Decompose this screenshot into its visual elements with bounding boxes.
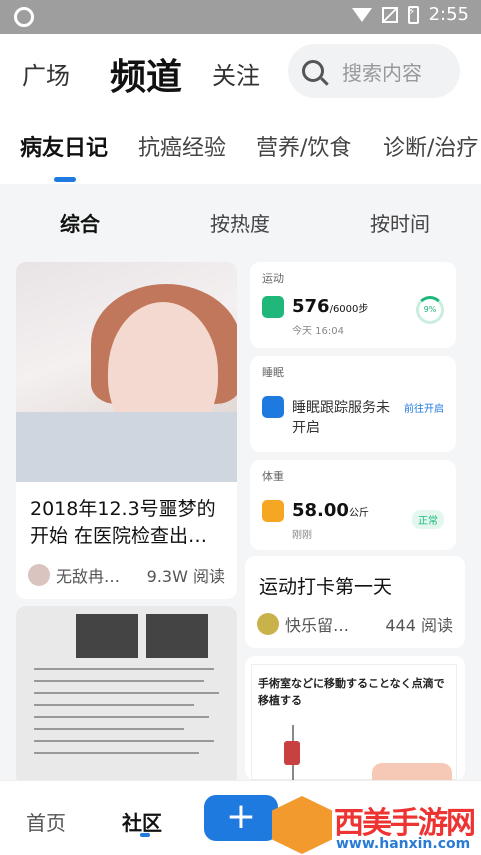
tab-square[interactable]: 广场	[22, 56, 70, 91]
post-title: 运动打卡第一天	[259, 576, 393, 598]
header: 广场 频道 关注 搜索内容 病友日记 抗癌经验 营养/饮食 诊断/治疗	[0, 34, 481, 184]
sort-tab-time[interactable]: 按时间	[370, 208, 430, 237]
search-placeholder: 搜索内容	[342, 60, 422, 85]
read-count: 444 阅读	[385, 616, 453, 635]
post-card[interactable]: 手術室などに移動することなく点滴で移植する	[245, 656, 465, 781]
sort-tab-overall[interactable]: 综合	[60, 208, 100, 237]
sport-steps: 576	[292, 296, 330, 317]
category-active-indicator	[54, 177, 76, 182]
search-bar[interactable]: 搜索内容	[288, 44, 460, 98]
watermark-logo: 西美手游网 www.hanxin.com	[272, 796, 481, 855]
illustration-figure	[372, 763, 452, 781]
weight-unit: 公斤	[348, 508, 369, 519]
post-image: 手術室などに移動することなく点滴で移植する	[251, 664, 457, 781]
sport-widget: 运动 576/6000步 今天 16:04 9%	[250, 262, 456, 348]
search-icon	[302, 60, 324, 82]
gamepad-badge-icon	[272, 796, 332, 854]
weight-time: 刚刚	[292, 530, 312, 541]
status-bar: 2:55	[0, 0, 481, 34]
wifi-icon	[351, 7, 372, 22]
system-icons: 2:55	[351, 4, 469, 25]
tab-anticancer-experience[interactable]: 抗癌经验	[138, 130, 226, 162]
iv-bag	[284, 741, 300, 765]
nav-community[interactable]: 社区	[122, 807, 162, 836]
moon-icon	[262, 396, 284, 418]
post-title: 2018年12.3号噩梦的开始 在医院检查出…	[30, 498, 216, 547]
author-name: 无敌冉…	[56, 567, 121, 586]
sleep-enable-link[interactable]: 前往开启	[404, 400, 444, 415]
read-count: 9.3W 阅读	[146, 567, 225, 586]
post-image	[16, 606, 237, 786]
category-tabs: 病友日记 抗癌经验 营养/饮食 诊断/治疗	[0, 130, 481, 170]
sleep-widget: 睡眠 睡眠跟踪服务未开启 前往开启	[250, 356, 456, 452]
watermark-url: www.hanxin.com	[336, 836, 471, 852]
battery-charging-icon	[407, 5, 419, 24]
sport-goal: /6000步	[329, 304, 369, 315]
avatar	[28, 564, 50, 586]
tab-nutrition-diet[interactable]: 营养/饮食	[256, 130, 351, 162]
weight-widget: 体重 58.00公斤 刚刚 正常	[250, 460, 456, 550]
weight-value: 58.00	[292, 500, 349, 521]
post-card[interactable]: 运动打卡第一天 快乐留… 444 阅读	[245, 556, 465, 648]
tab-channel[interactable]: 频道	[110, 48, 182, 100]
post-card[interactable]: 2018年12.3号噩梦的开始 在医院检查出… 无敌冉… 9.3W 阅读	[16, 262, 237, 599]
tab-follow[interactable]: 关注	[212, 56, 260, 91]
sleep-text: 睡眠跟踪服务未开启	[292, 400, 390, 436]
weight-status-badge: 正常	[412, 510, 444, 529]
app-status-icon	[14, 7, 34, 27]
sport-time: 今天 16:04	[292, 326, 344, 337]
sort-tabs: 综合 按热度 按时间	[0, 200, 481, 244]
sport-label: 运动	[262, 272, 284, 285]
running-icon	[262, 296, 284, 318]
sort-tab-popularity[interactable]: 按热度	[210, 208, 270, 237]
tab-diagnosis-treatment[interactable]: 诊断/治疗	[383, 130, 478, 162]
create-post-button[interactable]: +	[204, 795, 278, 841]
post-image	[16, 262, 237, 482]
no-signal-icon	[381, 6, 398, 23]
nav-active-indicator	[140, 833, 150, 837]
sleep-label: 睡眠	[262, 366, 284, 379]
scale-icon	[262, 500, 284, 522]
post-card[interactable]	[16, 606, 237, 786]
author-name: 快乐留…	[285, 616, 350, 635]
nav-home[interactable]: 首页	[26, 807, 66, 836]
post-image-caption: 手術室などに移動することなく点滴で移植する	[258, 677, 445, 707]
avatar	[257, 613, 279, 635]
sport-progress-ring: 9%	[416, 296, 444, 324]
weight-label: 体重	[262, 470, 284, 483]
status-time: 2:55	[428, 4, 469, 25]
post-meta: 快乐留… 444 阅读	[257, 612, 453, 636]
post-meta: 无敌冉… 9.3W 阅读	[28, 563, 225, 587]
tab-patient-diary[interactable]: 病友日记	[20, 130, 108, 162]
